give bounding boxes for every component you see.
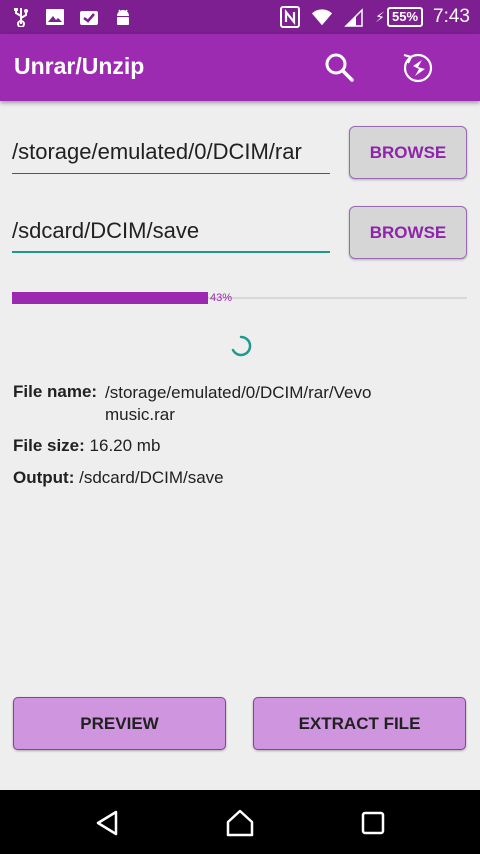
notification-icons xyxy=(10,6,134,28)
download-check-icon xyxy=(78,6,100,28)
battery-level: 55% xyxy=(386,7,424,27)
destination-browse-button[interactable]: BROWSE xyxy=(349,206,467,259)
source-path-input[interactable]: /storage/emulated/0/DCIM/rar xyxy=(12,134,330,174)
navigation-bar xyxy=(0,790,480,854)
output-value: /sdcard/DCIM/save xyxy=(79,468,224,487)
recent-apps-icon[interactable] xyxy=(357,807,389,839)
back-icon[interactable] xyxy=(91,807,123,839)
progress-label: 43% xyxy=(210,292,233,304)
app-bar: Unrar/Unzip xyxy=(0,34,480,101)
remove-ads-icon[interactable] xyxy=(398,47,438,87)
progress-fill xyxy=(12,292,208,304)
nfc-icon xyxy=(279,6,301,28)
home-icon[interactable] xyxy=(224,807,256,839)
loading-spinner-icon xyxy=(229,334,253,358)
system-icons: ⚡ 55% 7:43 xyxy=(279,4,470,30)
app-title: Unrar/Unzip xyxy=(14,53,145,79)
status-bar: ⚡ 55% 7:43 xyxy=(0,0,480,34)
output-label: Output: xyxy=(13,468,75,487)
source-browse-button[interactable]: BROWSE xyxy=(349,126,467,179)
file-name-row: File name: xyxy=(13,382,97,402)
search-icon[interactable] xyxy=(322,50,356,84)
file-name-label: File name: xyxy=(13,382,98,401)
extract-file-button[interactable]: EXTRACT FILE xyxy=(253,697,466,750)
clock: 7:43 xyxy=(433,6,470,27)
destination-path-input[interactable]: /sdcard/DCIM/save xyxy=(12,213,330,253)
signal-icon xyxy=(343,6,365,28)
android-icon xyxy=(112,6,134,28)
file-size-row: File size: 16.20 mb xyxy=(13,436,160,456)
usb-icon xyxy=(10,6,32,28)
charging-icon: ⚡ xyxy=(375,8,385,25)
battery-indicator: ⚡ 55% xyxy=(375,7,424,27)
image-icon xyxy=(44,6,66,28)
wifi-icon xyxy=(311,6,333,28)
preview-button[interactable]: PREVIEW xyxy=(13,697,226,750)
file-name-value: /storage/emulated/0/DCIM/rar/Vevo music.… xyxy=(105,383,372,424)
output-row: Output: /sdcard/DCIM/save xyxy=(13,468,224,488)
file-size-label: File size: xyxy=(13,436,85,455)
file-size-value: 16.20 mb xyxy=(89,436,161,455)
